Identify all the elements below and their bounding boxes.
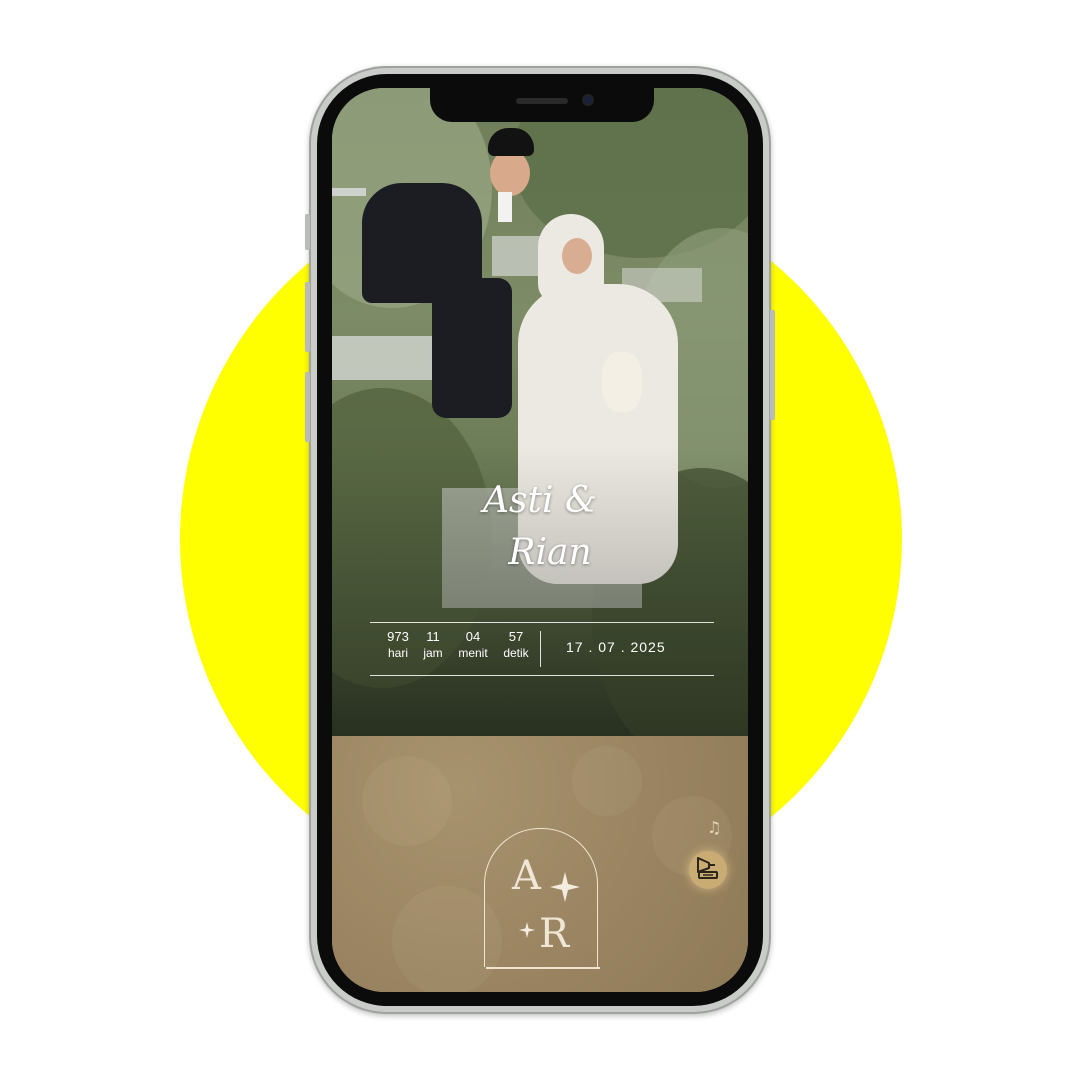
phone-speaker [516,98,568,104]
couple-names-line2: Rian [508,532,592,573]
countdown-minutes: 04 menit [458,629,488,660]
couple-names-line1: Asti & [483,480,597,521]
sparkle-icon [519,922,535,942]
countdown-bar: 973 hari 11 jam 04 menit 57 detik 17 . 0… [370,622,714,676]
phone-side-button [305,282,310,352]
music-notes-icon: ♫ [707,818,722,837]
monogram-underline [486,967,600,969]
wedding-date: 17 . 07 . 2025 [566,639,666,655]
phone-side-button [305,214,310,250]
phone-side-button [770,310,775,420]
phone-screen: Asti & Rian 973 hari 11 jam 04 menit 57 … [332,88,748,992]
countdown-days: 973 hari [387,629,409,660]
countdown-hours: 11 jam [423,629,443,660]
front-camera [582,94,594,106]
countdown-divider [540,631,541,667]
monogram-panel: A R ♫ [332,736,748,992]
monogram-letter-a: A [512,853,541,899]
sparkle-icon [550,872,580,906]
phone-notch [430,88,654,122]
monogram-letter-r: R [539,911,570,957]
gramophone-icon [695,856,721,884]
music-toggle-button[interactable] [689,851,727,889]
countdown-seconds: 57 detik [503,629,529,660]
couple-photo: Asti & Rian 973 hari 11 jam 04 menit 57 … [332,88,748,736]
phone-side-button [305,372,310,442]
